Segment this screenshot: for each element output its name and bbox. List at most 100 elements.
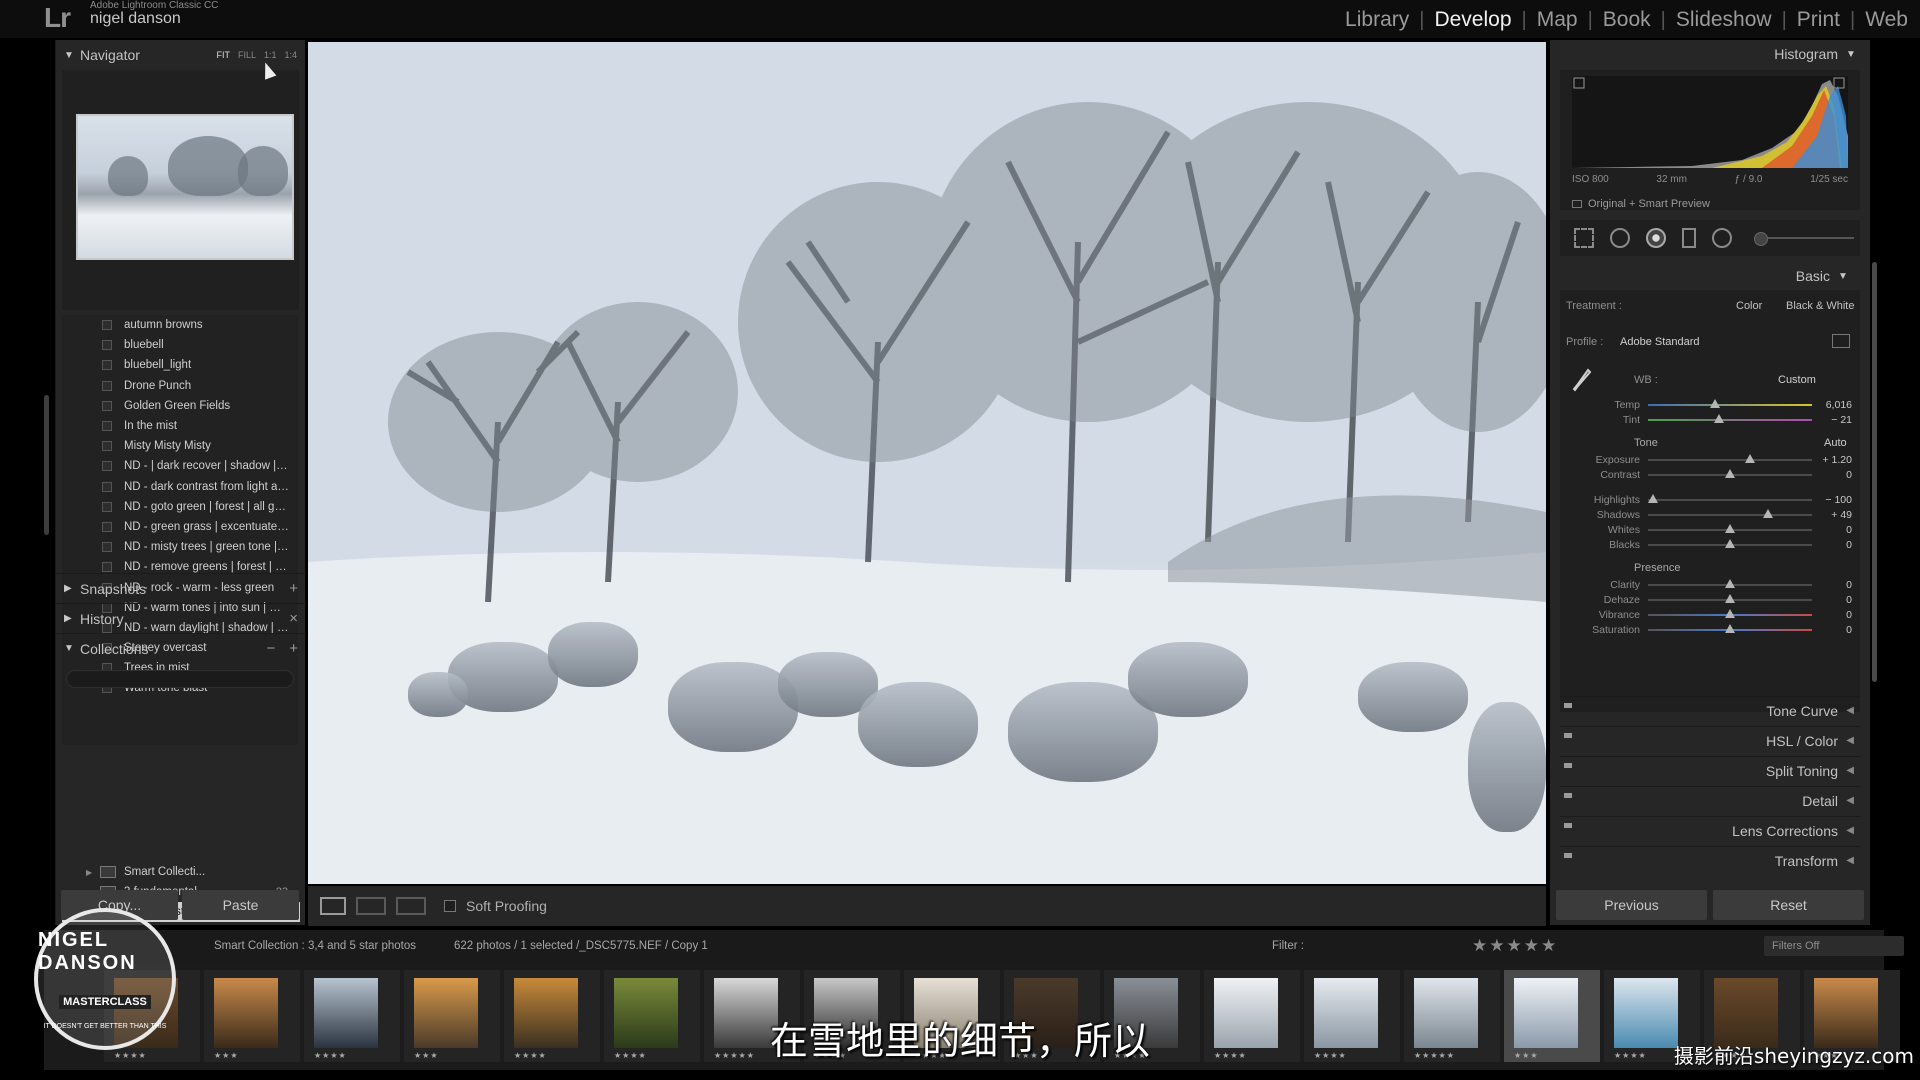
collapse-triangle-icon[interactable]: ▼ xyxy=(64,50,80,61)
module-web[interactable]: Web xyxy=(1861,8,1912,32)
expand-triangle-icon[interactable]: ▶ xyxy=(64,583,80,594)
before-after-swap-icon[interactable] xyxy=(396,897,426,915)
before-after-icon[interactable] xyxy=(356,897,386,915)
panel-switch-icon[interactable] xyxy=(1564,793,1572,798)
zoom-1-1[interactable]: 1:1 xyxy=(264,50,277,60)
slider-value[interactable]: + 49 xyxy=(1831,509,1860,521)
graduated-filter-icon[interactable] xyxy=(1682,228,1696,248)
preset-item[interactable]: autumn browns xyxy=(62,315,298,335)
preset-item[interactable]: ND - green grass | excentuate light... xyxy=(62,517,298,537)
history-header[interactable]: ▶ History × xyxy=(56,603,306,633)
slider-value[interactable]: 0 xyxy=(1846,609,1860,621)
left-panel-scrollbar[interactable] xyxy=(44,395,49,535)
zoom-fill[interactable]: FILL xyxy=(238,50,256,60)
wb-dropdown[interactable]: Custom xyxy=(1778,374,1816,386)
collections-filter-input[interactable] xyxy=(66,670,294,688)
preset-item[interactable]: Golden Green Fields xyxy=(62,396,298,416)
slider-thumb[interactable] xyxy=(1725,539,1735,548)
slider-value[interactable]: − 21 xyxy=(1831,414,1860,426)
slider-thumb[interactable] xyxy=(1710,399,1721,408)
slider-track[interactable] xyxy=(1648,399,1812,408)
preset-item[interactable]: In the mist xyxy=(62,416,298,436)
spot-removal-icon[interactable] xyxy=(1610,228,1630,248)
preset-item[interactable]: ND - misty trees | green tone | flat | .… xyxy=(62,537,298,557)
navigator-thumbnail[interactable] xyxy=(76,114,294,260)
basic-header[interactable]: Basic ▼ xyxy=(1560,262,1860,290)
treatment-black-white[interactable]: Black & White xyxy=(1786,300,1854,312)
slider-value[interactable]: 0 xyxy=(1846,579,1860,591)
original-smart-preview[interactable]: Original + Smart Preview xyxy=(1572,198,1710,210)
slider-thumb[interactable] xyxy=(1713,414,1724,423)
slider-thumb[interactable] xyxy=(1725,609,1735,618)
slider-thumb[interactable] xyxy=(1744,454,1755,463)
adjustment-brush-icon[interactable] xyxy=(1754,232,1854,246)
filmstrip-thumbnail[interactable]: ★★★ xyxy=(404,970,500,1062)
rating-filter[interactable]: ★★★★★ xyxy=(1472,936,1558,956)
panel-switch-icon[interactable] xyxy=(1564,853,1572,858)
panel-hsl-color[interactable]: HSL / Color ◀ xyxy=(1560,726,1860,754)
filter-preset-dropdown[interactable]: Filters Off xyxy=(1764,936,1904,956)
panel-switch-icon[interactable] xyxy=(1564,763,1572,768)
soft-proofing-checkbox[interactable] xyxy=(444,900,456,912)
panel-split-toning[interactable]: Split Toning ◀ xyxy=(1560,756,1860,784)
slider-track[interactable] xyxy=(1648,454,1812,463)
expand-triangle-icon[interactable]: ◀ xyxy=(1846,765,1854,776)
wb-eyedropper-icon[interactable] xyxy=(1572,368,1592,394)
filmstrip-thumbnail[interactable]: ★★★★ xyxy=(304,970,400,1062)
module-develop[interactable]: Develop xyxy=(1430,8,1515,32)
preset-item[interactable]: ND - dark contrast from light and s... xyxy=(62,477,298,497)
radial-filter-icon[interactable] xyxy=(1712,228,1732,248)
panel-switch-icon[interactable] xyxy=(1564,823,1572,828)
preset-item[interactable]: Misty Misty Misty xyxy=(62,436,298,456)
slider-value[interactable]: 0 xyxy=(1846,524,1860,536)
slider-track[interactable] xyxy=(1648,594,1812,603)
slider-track[interactable] xyxy=(1648,509,1812,518)
filmstrip-thumbnail[interactable]: ★★★★ xyxy=(1304,970,1400,1062)
expand-triangle-icon[interactable]: ◀ xyxy=(1846,735,1854,746)
expand-triangle-icon[interactable]: ▶ xyxy=(64,613,80,624)
panel-lens-corrections[interactable]: Lens Corrections ◀ xyxy=(1560,816,1860,844)
panel-transform[interactable]: Transform ◀ xyxy=(1560,846,1860,874)
slider-thumb[interactable] xyxy=(1725,524,1735,533)
expand-triangle-icon[interactable]: ◀ xyxy=(1846,825,1854,836)
filmstrip-thumbnail[interactable]: ★★★ xyxy=(204,970,300,1062)
slider-value[interactable]: 6,016 xyxy=(1826,399,1860,411)
preset-item[interactable]: Drone Punch xyxy=(62,376,298,396)
slider-value[interactable]: 0 xyxy=(1846,469,1860,481)
module-slideshow[interactable]: Slideshow xyxy=(1672,8,1776,32)
slider-track[interactable] xyxy=(1647,494,1812,503)
paste-settings-button[interactable]: Paste xyxy=(182,890,299,920)
loupe-view-icon[interactable] xyxy=(320,897,346,915)
histogram-graph[interactable] xyxy=(1572,76,1848,168)
module-library[interactable]: Library xyxy=(1341,8,1413,32)
preset-item[interactable]: ND - goto green | forest | all green xyxy=(62,497,298,517)
main-image-view[interactable] xyxy=(308,42,1546,884)
panel-switch-icon[interactable] xyxy=(1564,733,1572,738)
collapse-triangle-icon[interactable]: ▼ xyxy=(1838,271,1854,282)
preset-item[interactable]: bluebell xyxy=(62,335,298,355)
add-snapshot-icon[interactable]: + xyxy=(289,580,298,597)
expand-triangle-icon[interactable]: ◀ xyxy=(1846,855,1854,866)
filmstrip-thumbnail[interactable]: ★★★★ xyxy=(504,970,600,1062)
slider-track[interactable] xyxy=(1648,414,1812,423)
clear-history-icon[interactable]: × xyxy=(289,610,298,627)
slider-value[interactable]: + 1.20 xyxy=(1823,454,1861,466)
zoom-1-4[interactable]: 1:4 xyxy=(284,50,297,60)
collapse-triangle-icon[interactable]: ▼ xyxy=(1846,49,1862,60)
preset-item[interactable]: ND - | dark recover | shadow | gree... xyxy=(62,456,298,476)
slider-thumb[interactable] xyxy=(1647,494,1658,503)
red-eye-icon[interactable] xyxy=(1646,228,1666,248)
reset-button[interactable]: Reset xyxy=(1713,890,1864,920)
module-book[interactable]: Book xyxy=(1599,8,1655,32)
slider-track[interactable] xyxy=(1648,469,1812,478)
slider-thumb[interactable] xyxy=(1725,594,1735,603)
expand-triangle-icon[interactable]: ◀ xyxy=(1846,705,1854,716)
histogram-header[interactable]: Histogram ▼ xyxy=(1550,40,1870,68)
slider-value[interactable]: 0 xyxy=(1846,594,1860,606)
previous-button[interactable]: Previous xyxy=(1556,890,1707,920)
slider-track[interactable] xyxy=(1648,609,1812,618)
auto-tone-button[interactable]: Auto xyxy=(1824,437,1847,449)
panel-tone-curve[interactable]: Tone Curve ◀ xyxy=(1560,696,1860,724)
slider-track[interactable] xyxy=(1648,524,1812,533)
treatment-color[interactable]: Color xyxy=(1736,300,1762,312)
